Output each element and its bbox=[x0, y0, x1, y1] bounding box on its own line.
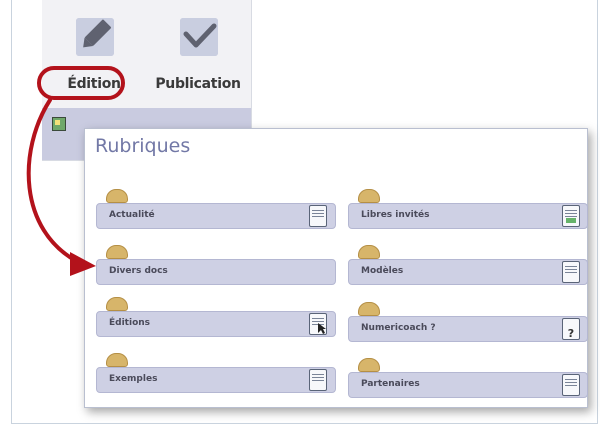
rubrique-libres-invites[interactable]: Libres invités bbox=[348, 203, 588, 229]
rubrique-label: Éditions bbox=[109, 318, 151, 328]
folder-tab-icon bbox=[358, 189, 380, 203]
rubrique-partenaires[interactable]: Partenaires bbox=[348, 372, 588, 398]
rubrique-label: Exemples bbox=[109, 374, 158, 384]
rubrique-divers-docs[interactable]: Divers docs bbox=[96, 259, 336, 285]
publication-button[interactable]: Publication bbox=[146, 0, 250, 108]
document-cursor-icon[interactable] bbox=[309, 313, 327, 335]
rubrique-label: Actualité bbox=[109, 210, 155, 220]
folder-tab-icon bbox=[106, 353, 128, 367]
rubrique-label: Numericoach ? bbox=[361, 323, 436, 333]
panel-title: Rubriques bbox=[95, 135, 191, 157]
rubriques-panel: Rubriques Actualité Divers docs Éditions… bbox=[84, 128, 588, 408]
document-icon[interactable] bbox=[309, 369, 327, 391]
document-icon[interactable] bbox=[562, 261, 580, 283]
rubrique-label: Divers docs bbox=[109, 266, 168, 276]
edition-highlight-oval bbox=[37, 66, 125, 100]
folder-tab-icon bbox=[106, 245, 128, 259]
document-question-icon[interactable]: ? bbox=[562, 318, 580, 340]
rubrique-modeles[interactable]: Modèles bbox=[348, 259, 588, 285]
rubrique-label: Libres invités bbox=[361, 210, 430, 220]
rubrique-actualite[interactable]: Actualité bbox=[96, 203, 336, 229]
rubrique-numericoach[interactable]: Numericoach ? bbox=[348, 316, 588, 342]
document-icon[interactable] bbox=[562, 374, 580, 396]
rubrique-label: Partenaires bbox=[361, 379, 420, 389]
folder-tab-icon bbox=[358, 358, 380, 372]
pencil-icon bbox=[76, 18, 114, 56]
publication-label: Publication bbox=[155, 76, 241, 92]
rubrique-editions[interactable]: Éditions bbox=[96, 311, 336, 337]
document-icon[interactable] bbox=[309, 205, 327, 227]
small-image-icon[interactable] bbox=[52, 116, 66, 131]
rubrique-exemples[interactable]: Exemples bbox=[96, 367, 336, 393]
folder-tab-icon bbox=[358, 302, 380, 316]
folder-tab-icon bbox=[358, 245, 380, 259]
checkbox-icon bbox=[180, 18, 218, 56]
folder-tab-icon bbox=[106, 189, 128, 203]
folder-tab-icon bbox=[106, 297, 128, 311]
document-green-icon[interactable] bbox=[562, 205, 580, 227]
rubrique-label: Modèles bbox=[361, 266, 404, 276]
